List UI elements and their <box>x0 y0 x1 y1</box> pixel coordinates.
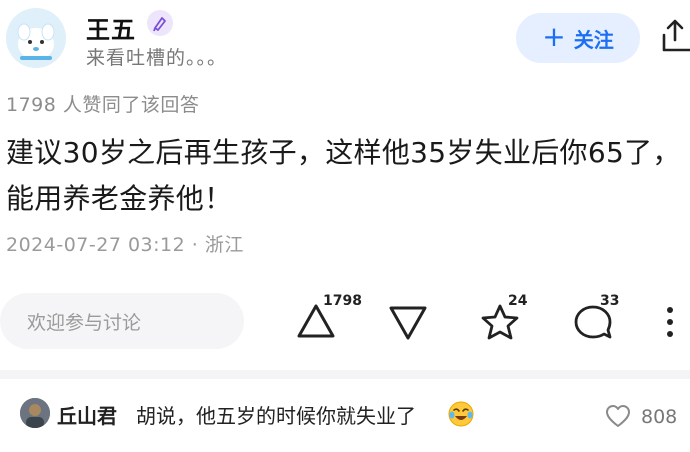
answer-content: 建议30岁之后再生孩子，这样他35岁失业后你65了，能用养老金养他！ <box>6 136 681 215</box>
answer-meta: 2024-07-27 03:12 · 浙江 <box>6 234 244 256</box>
commenter-name[interactable]: 丘山君 <box>57 400 117 429</box>
heart-icon[interactable] <box>605 404 631 428</box>
downvote-icon[interactable] <box>387 304 429 342</box>
section-divider <box>0 370 690 379</box>
favorite-count: 24 <box>508 293 528 309</box>
author-bio: 来看吐槽的。。。 <box>86 47 228 69</box>
comment-input[interactable]: 欢迎参与讨论 <box>0 293 244 349</box>
share-icon[interactable] <box>660 18 690 54</box>
comment-count: 33 <box>600 293 620 309</box>
plus-icon: + <box>542 19 566 53</box>
more-icon[interactable] <box>664 306 676 338</box>
author-name[interactable]: 王五 <box>86 10 136 45</box>
author-avatar[interactable] <box>6 8 66 68</box>
follow-button[interactable]: + 关注 <box>516 13 640 63</box>
creator-badge-icon <box>147 10 173 36</box>
comment-like-count: 808 <box>641 406 678 428</box>
upvote-summary: 1798 人赞同了该回答 <box>6 94 200 116</box>
upvote-count: 1798 <box>323 293 362 309</box>
follow-label: 关注 <box>573 27 614 52</box>
avatar-image <box>6 8 66 68</box>
comment-text: 胡说，他五岁的时候你就失业了 <box>136 404 416 428</box>
comment-icon[interactable] <box>573 304 613 342</box>
commenter-avatar[interactable] <box>20 398 50 428</box>
commenter-avatar-image <box>20 398 50 428</box>
laughing-crying-emoji <box>448 401 474 427</box>
